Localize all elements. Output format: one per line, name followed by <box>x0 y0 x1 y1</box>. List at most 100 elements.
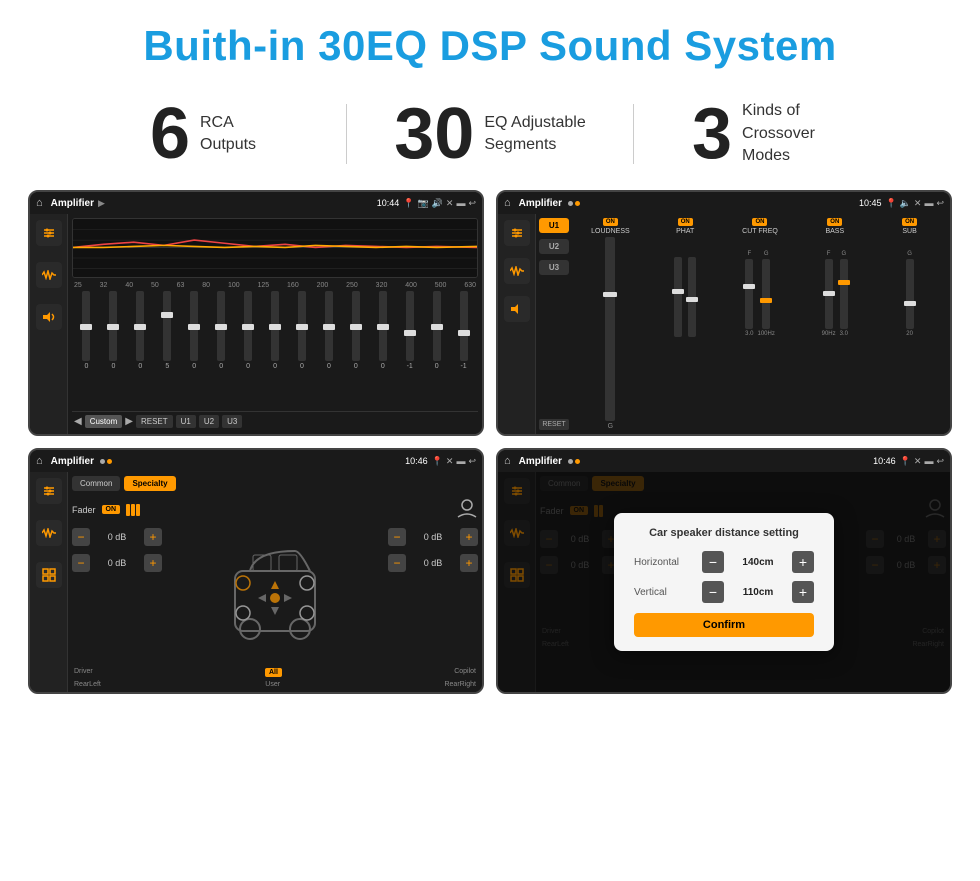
eq-custom-btn[interactable]: Custom <box>85 415 123 428</box>
loudness-on[interactable]: ON <box>603 218 618 226</box>
eq-filter-btn[interactable] <box>36 220 62 246</box>
dot-3 <box>100 459 105 464</box>
spk-minus-1[interactable]: − <box>72 528 90 546</box>
sub-on[interactable]: ON <box>902 218 917 226</box>
screen-speaker: ⌂ Amplifier 10:46 📍 ✕ ▬ ↩ <box>28 448 484 694</box>
screen4-time: 10:46 <box>873 456 896 466</box>
spk-minus-3[interactable]: − <box>388 528 406 546</box>
battery-icon-2: ▬ <box>924 198 933 208</box>
dot-1 <box>568 201 573 206</box>
cutfreq-on[interactable]: ON <box>752 218 767 226</box>
phat-slider-2[interactable] <box>688 257 696 337</box>
amp-reset-btn[interactable]: RESET <box>539 419 569 430</box>
amp-preset-u2[interactable]: U2 <box>539 239 569 254</box>
back-icon-2[interactable]: ↩ <box>936 198 944 209</box>
spk-side-controls <box>30 472 68 692</box>
distance-dialog-overlay: Car speaker distance setting Horizontal … <box>498 472 950 692</box>
amp-filter-btn[interactable] <box>504 220 530 246</box>
volume-icon-2: 🔈 <box>900 198 911 209</box>
horizontal-minus[interactable]: − <box>702 551 724 573</box>
eq-screen-content: 25 32 40 50 63 80 100 125 160 200 250 32… <box>30 214 482 434</box>
bass-label: BASS <box>825 228 844 235</box>
spk-minus-4[interactable]: − <box>388 554 406 572</box>
eq-play-btn[interactable]: ▶ <box>125 416 133 427</box>
battery-icon-4: ▬ <box>924 456 933 466</box>
horizontal-plus[interactable]: + <box>792 551 814 573</box>
spk-wave-btn[interactable] <box>36 520 62 546</box>
spk-expand-btn[interactable] <box>36 562 62 588</box>
amp-screen-content: U1 U2 U3 RESET ON LOUDNESS <box>498 214 950 434</box>
eq-slider-12: 0 <box>370 291 395 411</box>
eq-u1-btn[interactable]: U1 <box>176 415 196 428</box>
tab-common[interactable]: Common <box>72 476 120 491</box>
screen-eq: ⌂ Amplifier ▶ 10:44 📍 📷 🔊 ✕ ▬ ↩ <box>28 190 484 436</box>
eq-reset-btn[interactable]: RESET <box>136 415 173 428</box>
volume-icon-1: 🔊 <box>432 198 443 209</box>
confirm-button[interactable]: Confirm <box>634 613 814 637</box>
loudness-label: LOUDNESS <box>591 228 630 235</box>
stat-crossover-label: Kinds ofCrossover Modes <box>742 100 862 167</box>
stats-row: 6 RCAOutputs 30 EQ AdjustableSegments 3 … <box>0 88 980 190</box>
status-bar-2: ⌂ Amplifier 10:45 📍 🔈 ✕ ▬ ↩ <box>498 192 950 214</box>
home-icon-4[interactable]: ⌂ <box>504 455 511 467</box>
close-icon-4: ✕ <box>914 456 922 467</box>
amp-wave-btn[interactable] <box>504 258 530 284</box>
spk-filter-btn[interactable] <box>36 478 62 504</box>
loudness-slider[interactable] <box>605 237 615 421</box>
amp-channel-cutfreq: ON CUT FREQ F 3.0 <box>724 218 797 430</box>
horizontal-value: 140cm <box>732 557 784 568</box>
location-icon-3: 📍 <box>432 456 443 467</box>
eq-slider-6: 0 <box>209 291 234 411</box>
back-icon-1[interactable]: ↩ <box>468 198 476 209</box>
amp-volume-btn[interactable] <box>504 296 530 322</box>
eq-u3-btn[interactable]: U3 <box>222 415 242 428</box>
spk-right: − 0 dB + − 0 dB + <box>388 528 478 664</box>
eq-volume-btn[interactable] <box>36 304 62 330</box>
screen2-time: 10:45 <box>859 198 882 208</box>
fader-on[interactable]: ON <box>102 505 121 514</box>
spk-bottom-labels: Driver All Copilot <box>72 668 478 677</box>
phat-on[interactable]: ON <box>678 218 693 226</box>
fader-label: Fader <box>72 505 96 515</box>
spk-db-row-2: − 0 dB + <box>72 554 162 572</box>
close-icon-3: ✕ <box>446 456 454 467</box>
spk-db-val-3: 0 dB <box>410 532 456 542</box>
tab-specialty[interactable]: Specialty <box>124 476 175 491</box>
home-icon-3[interactable]: ⌂ <box>36 455 43 467</box>
back-icon-3[interactable]: ↩ <box>468 456 476 467</box>
spk-plus-4[interactable]: + <box>460 554 478 572</box>
amp-preset-u1[interactable]: U1 <box>539 218 569 233</box>
status-bar-1: ⌂ Amplifier ▶ 10:44 📍 📷 🔊 ✕ ▬ ↩ <box>30 192 482 214</box>
eq-slider-1: 0 <box>74 291 99 411</box>
user-label: User <box>265 681 280 688</box>
home-icon-2[interactable]: ⌂ <box>504 197 511 209</box>
stat-rca: 6 RCAOutputs <box>60 98 346 170</box>
vertical-plus[interactable]: + <box>792 581 814 603</box>
stat-rca-label: RCAOutputs <box>200 112 256 157</box>
location-icon-1: 📍 <box>403 198 414 209</box>
spk-plus-2[interactable]: + <box>144 554 162 572</box>
eq-slider-5: 0 <box>182 291 207 411</box>
spk-db-row-4: − 0 dB + <box>388 554 478 572</box>
eq-u2-btn[interactable]: U2 <box>199 415 219 428</box>
eq-wave-btn[interactable] <box>36 262 62 288</box>
phat-slider-1[interactable] <box>674 257 682 337</box>
spk-minus-2[interactable]: − <box>72 554 90 572</box>
horizontal-label: Horizontal <box>634 557 694 568</box>
location-icon-4: 📍 <box>900 456 911 467</box>
home-icon-1[interactable]: ⌂ <box>36 197 43 209</box>
vertical-minus[interactable]: − <box>702 581 724 603</box>
eq-prev-btn[interactable]: ◀ <box>74 416 82 427</box>
battery-icon-1: ▬ <box>456 198 465 208</box>
eq-slider-13: -1 <box>397 291 422 411</box>
eq-slider-3: 0 <box>128 291 153 411</box>
eq-side-controls <box>30 214 68 434</box>
spk-plus-1[interactable]: + <box>144 528 162 546</box>
stat-crossover-number: 3 <box>692 98 732 170</box>
all-btn[interactable]: All <box>265 668 282 677</box>
amp-preset-u3[interactable]: U3 <box>539 260 569 275</box>
back-icon-4[interactable]: ↩ <box>936 456 944 467</box>
spk-plus-3[interactable]: + <box>460 528 478 546</box>
screen2-title: Amplifier <box>519 198 562 209</box>
bass-on[interactable]: ON <box>827 218 842 226</box>
